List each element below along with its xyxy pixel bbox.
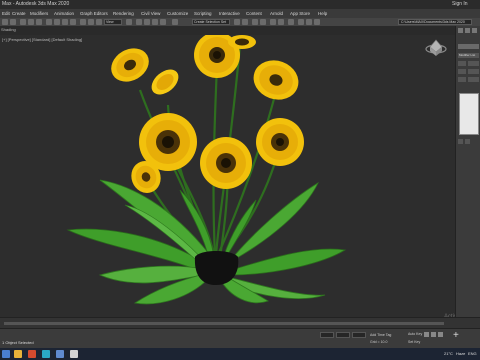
add-icon[interactable]: + <box>453 331 459 341</box>
undo-icon[interactable] <box>2 19 8 25</box>
sign-in-button[interactable]: Sign In <box>452 0 468 9</box>
redo-icon[interactable] <box>10 19 16 25</box>
show-end-result-icon[interactable] <box>465 139 470 144</box>
percent-snap-icon[interactable] <box>152 19 158 25</box>
timeline[interactable] <box>0 317 480 328</box>
panel-button-c[interactable] <box>458 69 466 74</box>
menu-bar: Edit Create Modifiers Animation Graph Ed… <box>0 9 480 18</box>
curve-editor-icon[interactable] <box>270 19 276 25</box>
title-bar: Max - Autodesk 3ds Max 2020 Sign In <box>0 0 480 9</box>
photos-icon[interactable] <box>56 350 64 358</box>
menu-arnold[interactable]: Arnold <box>270 9 283 18</box>
menu-app-store[interactable]: App Store <box>290 9 310 18</box>
menu-content[interactable]: Content <box>246 9 262 18</box>
menu-graph-editors[interactable]: Graph Editors <box>80 9 108 18</box>
viewcube-icon[interactable] <box>425 39 447 56</box>
scale-icon[interactable] <box>96 19 102 25</box>
z-coord-field[interactable] <box>352 332 366 338</box>
scene-explorer-icon[interactable] <box>260 19 266 25</box>
menu-help[interactable]: Help <box>318 9 327 18</box>
project-path-field[interactable]: C:\Users\MAX\Documents\3ds Max 2020 <box>398 19 472 25</box>
main-toolbar: View Create Selection Set C:\Users\MAX\D… <box>0 18 480 26</box>
status-bar: 1 Object Selected Grid = 10.0 Add Time T… <box>0 328 480 348</box>
layer-explorer-icon[interactable] <box>252 19 258 25</box>
start-icon[interactable] <box>2 350 10 358</box>
window-title: Max - Autodesk 3ds Max 2020 <box>2 1 70 7</box>
play-icon[interactable] <box>424 332 429 337</box>
select-by-name-icon[interactable] <box>54 19 60 25</box>
modifier-list-dropdown[interactable]: Modifier List <box>458 53 479 58</box>
menu-civil-view[interactable]: Civil View <box>141 9 160 18</box>
panel-button-f[interactable] <box>468 77 479 82</box>
menu-edit[interactable]: Edit <box>2 9 10 18</box>
viewport-label[interactable]: [+] [Perspective] [Standard] [Default Sh… <box>2 37 82 42</box>
edit-named-sets-icon[interactable] <box>172 19 178 25</box>
language-indicator[interactable]: ENG <box>468 351 477 356</box>
x-coord-field[interactable] <box>320 332 334 338</box>
perspective-viewport[interactable]: [+] [Perspective] [Standard] [Default Sh… <box>0 35 473 327</box>
menu-customize[interactable]: Customize <box>167 9 188 18</box>
named-selection-dropdown[interactable]: Create Selection Set <box>192 19 230 25</box>
panel-button-e[interactable] <box>458 77 466 82</box>
file-explorer-icon[interactable] <box>14 350 22 358</box>
panel-button-b[interactable] <box>468 61 479 66</box>
spinner-snap-icon[interactable] <box>160 19 166 25</box>
pivot-icon[interactable] <box>126 19 132 25</box>
auto-key-button[interactable]: Auto Key <box>408 332 422 336</box>
menu-interactive[interactable]: Interactive <box>219 9 240 18</box>
flower-plant-render <box>66 35 447 305</box>
bind-space-warp-icon[interactable] <box>36 19 42 25</box>
browser-icon[interactable] <box>28 350 36 358</box>
3dsmax-taskbar-icon[interactable] <box>42 350 50 358</box>
menu-create[interactable]: Create <box>12 9 26 18</box>
unlink-icon[interactable] <box>28 19 34 25</box>
link-icon[interactable] <box>20 19 26 25</box>
menu-rendering[interactable]: Rendering <box>113 9 134 18</box>
material-editor-icon[interactable] <box>288 19 294 25</box>
app-icon[interactable] <box>70 350 78 358</box>
angle-snap-icon[interactable] <box>144 19 150 25</box>
temperature: 21°C <box>444 351 453 356</box>
command-panel: Modifier List <box>455 26 480 317</box>
set-key-button[interactable]: Set Key <box>408 340 420 344</box>
grid-size: Grid = 10.0 <box>370 340 388 344</box>
render-setup-icon[interactable] <box>298 19 304 25</box>
rect-selection-icon[interactable] <box>62 19 68 25</box>
window-crossing-icon[interactable] <box>70 19 76 25</box>
windows-taskbar: 21°C Haze ENG <box>0 348 480 360</box>
hierarchy-tab-icon[interactable] <box>472 28 477 33</box>
rotate-icon[interactable] <box>88 19 94 25</box>
schematic-view-icon[interactable] <box>278 19 284 25</box>
menu-animation[interactable]: Animation <box>54 9 74 18</box>
modify-tab-icon[interactable] <box>465 28 470 33</box>
add-time-tag[interactable]: Add Time Tag <box>370 333 391 337</box>
mirror-icon[interactable] <box>234 19 240 25</box>
move-icon[interactable] <box>80 19 86 25</box>
weather-status: Haze <box>456 351 466 356</box>
go-to-end-icon[interactable] <box>438 332 443 337</box>
object-name-field[interactable] <box>458 44 479 49</box>
menu-scripting[interactable]: Scripting <box>194 9 212 18</box>
next-frame-icon[interactable] <box>431 332 436 337</box>
pin-stack-icon[interactable] <box>458 139 463 144</box>
selection-status: 1 Object Selected <box>2 340 34 345</box>
create-tab-icon[interactable] <box>458 28 463 33</box>
ribbon-label: Shading <box>1 27 16 32</box>
leaves <box>66 179 347 305</box>
panel-button-a[interactable] <box>458 61 466 66</box>
ribbon-strip: Shading <box>0 26 455 35</box>
snaps-icon[interactable] <box>136 19 142 25</box>
flowers <box>111 35 304 193</box>
y-coord-field[interactable] <box>336 332 350 338</box>
rendered-frame-icon[interactable] <box>306 19 312 25</box>
select-icon[interactable] <box>46 19 52 25</box>
modifier-stack-list[interactable] <box>459 93 479 135</box>
menu-modifiers[interactable]: Modifiers <box>30 9 48 18</box>
align-icon[interactable] <box>242 19 248 25</box>
reference-coord-dropdown[interactable]: View <box>104 19 122 25</box>
render-icon[interactable] <box>314 19 320 25</box>
panel-button-d[interactable] <box>468 69 479 74</box>
time-slider[interactable] <box>4 322 444 325</box>
